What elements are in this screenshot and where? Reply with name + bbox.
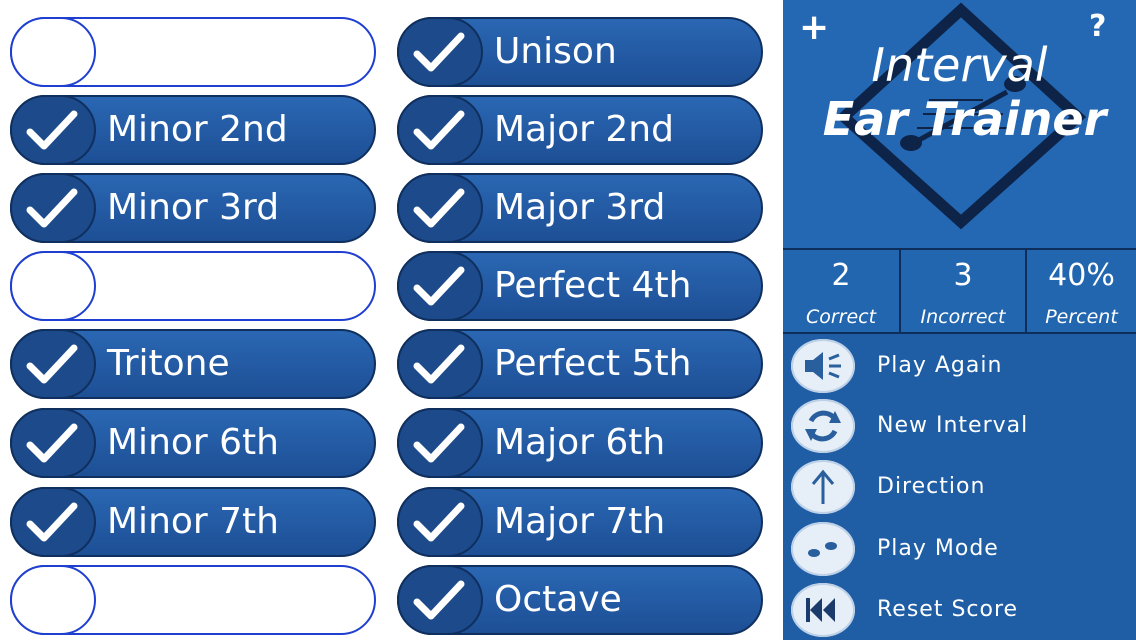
checkbox[interactable] (397, 487, 483, 557)
percent-score: 40% Percent (1027, 250, 1136, 332)
arrow-up-icon (791, 460, 855, 514)
interval-label: Minor 3rd (107, 187, 280, 228)
interval-label: Minor 6th (107, 422, 279, 463)
incorrect-count: 3 (953, 258, 973, 293)
interval-toggle-blank-3[interactable] (10, 565, 376, 635)
correct-label: Correct (805, 306, 877, 328)
interval-label: Major 7th (494, 501, 666, 542)
app-title-line1: Interval (871, 38, 1048, 92)
play-mode-label: Play Mode (877, 536, 999, 561)
interval-label: Perfect 5th (494, 343, 692, 384)
checkbox[interactable] (397, 565, 483, 635)
checkmark-icon (413, 423, 465, 463)
checkbox[interactable] (10, 251, 96, 321)
checkbox[interactable] (397, 329, 483, 399)
checkmark-icon (26, 502, 78, 542)
app-logo: + ? Interval Ear Trainer (783, 0, 1136, 250)
checkmark-icon (413, 188, 465, 228)
checkbox[interactable] (397, 251, 483, 321)
checkmark-icon (413, 110, 465, 150)
interval-selection-grid: Unison Minor 2nd Major 2nd Minor 3rd Maj… (0, 0, 783, 640)
interval-toggle-tritone[interactable]: Tritone (10, 329, 376, 399)
checkmark-icon (26, 423, 78, 463)
play-again-label: Play Again (877, 353, 1003, 378)
interval-toggle-major-2nd[interactable]: Major 2nd (397, 95, 763, 165)
percent-value: 40% (1048, 258, 1115, 293)
checkmark-icon (413, 344, 465, 384)
interval-label: Major 2nd (494, 109, 674, 150)
checkbox[interactable] (10, 17, 96, 87)
checkmark-icon (26, 110, 78, 150)
interval-label: Octave (494, 579, 622, 620)
interval-label: Minor 2nd (107, 109, 288, 150)
interval-label: Major 6th (494, 422, 666, 463)
checkbox[interactable] (10, 329, 96, 399)
direction-label: Direction (877, 474, 986, 499)
app-title-line2: Ear Trainer (822, 92, 1107, 146)
interval-toggle-octave[interactable]: Octave (397, 565, 763, 635)
reset-score-label: Reset Score (877, 597, 1019, 622)
two-dots-icon (791, 522, 855, 576)
interval-toggle-minor-6th[interactable]: Minor 6th (10, 408, 376, 478)
interval-label: Unison (494, 31, 617, 72)
interval-label: Tritone (107, 343, 230, 384)
interval-toggle-major-6th[interactable]: Major 6th (397, 408, 763, 478)
correct-count: 2 (831, 258, 851, 293)
checkmark-icon (26, 344, 78, 384)
play-mode-button[interactable]: Play Mode (783, 518, 1136, 580)
correct-score: 2 Correct (783, 250, 901, 332)
play-again-button[interactable]: Play Again (783, 335, 1136, 397)
action-list: Play Again New Interval Direction Play M… (783, 334, 1136, 640)
speaker-icon (791, 339, 855, 393)
incorrect-label: Incorrect (920, 306, 1006, 328)
interval-toggle-major-3rd[interactable]: Major 3rd (397, 173, 763, 243)
checkbox[interactable] (10, 487, 96, 557)
new-interval-label: New Interval (877, 413, 1029, 438)
checkbox[interactable] (10, 95, 96, 165)
direction-button[interactable]: Direction (783, 456, 1136, 518)
checkbox[interactable] (397, 95, 483, 165)
checkbox[interactable] (10, 565, 96, 635)
checkbox[interactable] (397, 408, 483, 478)
checkmark-icon (413, 266, 465, 306)
rewind-icon (791, 583, 855, 637)
new-interval-button[interactable]: New Interval (783, 395, 1136, 457)
checkbox[interactable] (397, 17, 483, 87)
reset-score-button[interactable]: Reset Score (783, 579, 1136, 641)
interval-toggle-perfect-5th[interactable]: Perfect 5th (397, 329, 763, 399)
interval-label: Perfect 4th (494, 265, 692, 306)
interval-toggle-minor-2nd[interactable]: Minor 2nd (10, 95, 376, 165)
checkbox[interactable] (10, 408, 96, 478)
interval-toggle-unison[interactable]: Unison (397, 17, 763, 87)
interval-toggle-blank-1[interactable] (10, 17, 376, 87)
interval-toggle-major-7th[interactable]: Major 7th (397, 487, 763, 557)
interval-toggle-minor-7th[interactable]: Minor 7th (10, 487, 376, 557)
checkbox[interactable] (10, 173, 96, 243)
incorrect-score: 3 Incorrect (901, 250, 1027, 332)
interval-toggle-blank-2[interactable] (10, 251, 376, 321)
score-board: 2 Correct 3 Incorrect 40% Percent (783, 250, 1136, 332)
interval-toggle-perfect-4th[interactable]: Perfect 4th (397, 251, 763, 321)
checkmark-icon (26, 188, 78, 228)
interval-toggle-minor-3rd[interactable]: Minor 3rd (10, 173, 376, 243)
interval-label: Major 3rd (494, 187, 666, 228)
percent-label: Percent (1045, 306, 1118, 328)
interval-label: Minor 7th (107, 501, 279, 542)
refresh-icon (791, 399, 855, 453)
checkmark-icon (413, 580, 465, 620)
checkmark-icon (413, 32, 465, 72)
control-panel: + ? Interval Ear Trainer 2 Correct 3 Inc… (783, 0, 1136, 640)
checkmark-icon (413, 502, 465, 542)
checkbox[interactable] (397, 173, 483, 243)
